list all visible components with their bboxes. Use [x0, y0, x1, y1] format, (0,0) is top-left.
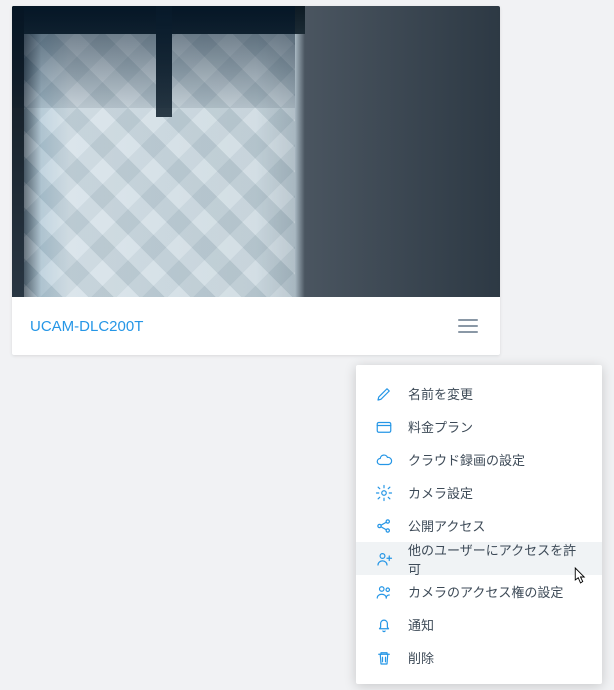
menu-item-cloud-recording[interactable]: クラウド録画の設定	[356, 443, 602, 476]
menu-item-delete[interactable]: 削除	[356, 641, 602, 674]
card-footer: UCAM-DLC200T	[12, 297, 500, 355]
cloud-icon	[374, 450, 394, 470]
menu-item-label: カメラ設定	[408, 483, 473, 502]
wallet-icon	[374, 417, 394, 437]
menu-item-access-rights[interactable]: カメラのアクセス権の設定	[356, 575, 602, 608]
menu-item-camera-settings[interactable]: カメラ設定	[356, 476, 602, 509]
camera-name-link[interactable]: UCAM-DLC200T	[30, 318, 143, 335]
camera-card: UCAM-DLC200T	[12, 6, 500, 355]
gear-icon	[374, 483, 394, 503]
menu-item-label: 料金プラン	[408, 417, 473, 436]
user-plus-icon	[374, 549, 394, 569]
menu-item-label: 他のユーザーにアクセスを許可	[408, 540, 584, 578]
menu-item-rename[interactable]: 名前を変更	[356, 377, 602, 410]
menu-item-label: 削除	[408, 648, 434, 667]
menu-item-label: クラウド録画の設定	[408, 450, 525, 469]
hamburger-icon	[458, 319, 478, 321]
menu-item-label: 公開アクセス	[408, 516, 485, 535]
bell-icon	[374, 615, 394, 635]
menu-item-label: 通知	[408, 615, 434, 634]
share-icon	[374, 516, 394, 536]
camera-preview[interactable]	[12, 6, 500, 297]
menu-item-grant-access[interactable]: 他のユーザーにアクセスを許可	[356, 542, 602, 575]
menu-item-public-access[interactable]: 公開アクセス	[356, 509, 602, 542]
menu-item-label: 名前を変更	[408, 384, 473, 403]
camera-menu-dropdown: 名前を変更 料金プラン クラウド録画の設定 カメラ設定 公開アクセス 他のユーザ…	[356, 365, 602, 684]
users-icon	[374, 582, 394, 602]
menu-button[interactable]	[456, 314, 480, 338]
menu-item-notifications[interactable]: 通知	[356, 608, 602, 641]
pencil-icon	[374, 384, 394, 404]
menu-item-pricing[interactable]: 料金プラン	[356, 410, 602, 443]
menu-item-label: カメラのアクセス権の設定	[408, 582, 563, 601]
trash-icon	[374, 648, 394, 668]
